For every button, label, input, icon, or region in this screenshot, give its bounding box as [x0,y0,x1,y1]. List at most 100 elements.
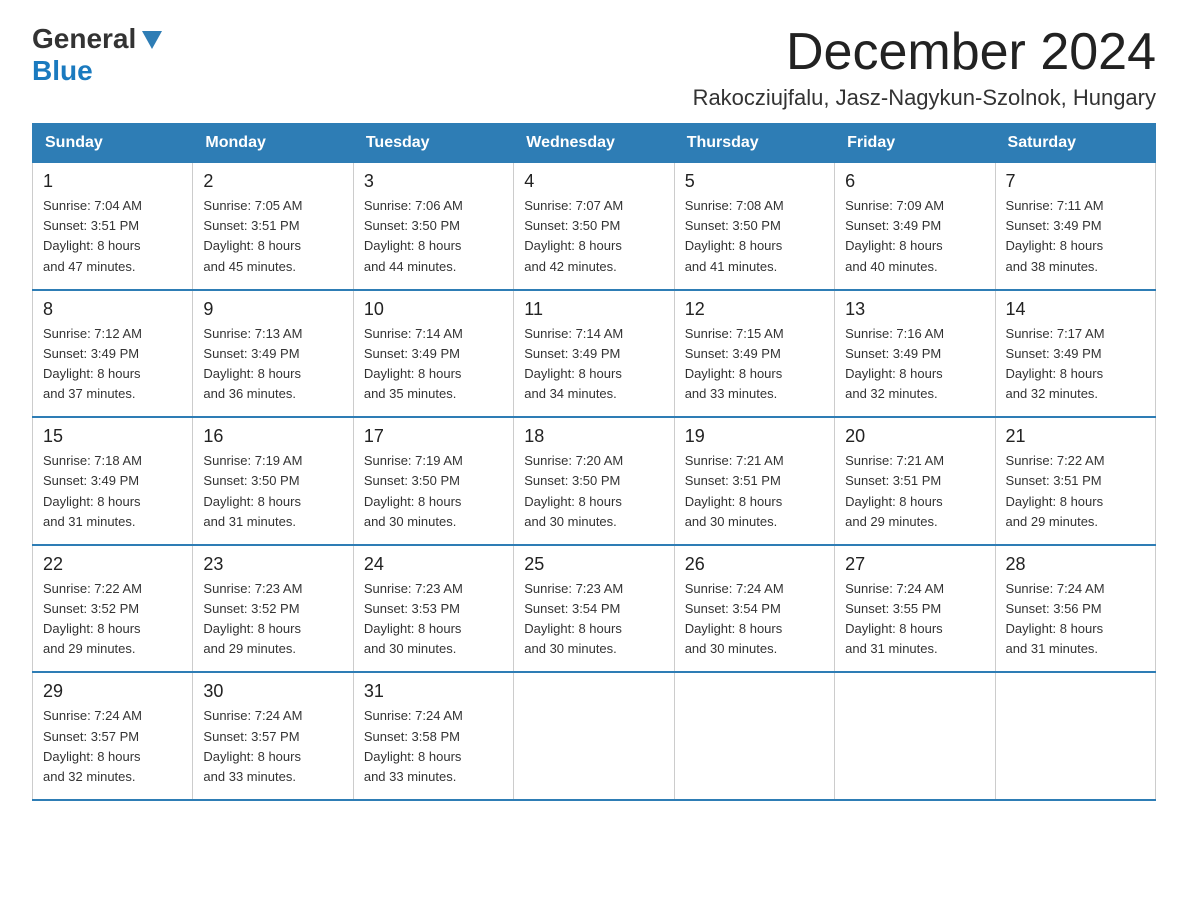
calendar-cell: 10 Sunrise: 7:14 AM Sunset: 3:49 PM Dayl… [353,290,513,418]
calendar-body: 1 Sunrise: 7:04 AM Sunset: 3:51 PM Dayli… [33,163,1156,800]
logo-general-text: General [32,24,136,55]
day-number: 6 [845,171,984,192]
day-detail: Sunrise: 7:05 AM Sunset: 3:51 PM Dayligh… [203,196,342,277]
day-detail: Sunrise: 7:18 AM Sunset: 3:49 PM Dayligh… [43,451,182,532]
calendar-header: SundayMondayTuesdayWednesdayThursdayFrid… [33,124,1156,163]
weekday-header-thursday: Thursday [674,124,834,163]
main-title: December 2024 [693,24,1156,81]
day-number: 22 [43,554,182,575]
calendar-cell: 3 Sunrise: 7:06 AM Sunset: 3:50 PM Dayli… [353,163,513,290]
day-number: 20 [845,426,984,447]
day-number: 2 [203,171,342,192]
calendar-cell [674,672,834,800]
calendar-cell: 21 Sunrise: 7:22 AM Sunset: 3:51 PM Dayl… [995,417,1155,545]
calendar-cell: 17 Sunrise: 7:19 AM Sunset: 3:50 PM Dayl… [353,417,513,545]
day-number: 9 [203,299,342,320]
calendar-cell: 22 Sunrise: 7:22 AM Sunset: 3:52 PM Dayl… [33,545,193,673]
day-number: 27 [845,554,984,575]
calendar-cell: 4 Sunrise: 7:07 AM Sunset: 3:50 PM Dayli… [514,163,674,290]
day-detail: Sunrise: 7:22 AM Sunset: 3:52 PM Dayligh… [43,579,182,660]
calendar-cell [514,672,674,800]
day-number: 14 [1006,299,1145,320]
calendar-cell: 1 Sunrise: 7:04 AM Sunset: 3:51 PM Dayli… [33,163,193,290]
day-number: 15 [43,426,182,447]
day-detail: Sunrise: 7:14 AM Sunset: 3:49 PM Dayligh… [364,324,503,405]
day-number: 28 [1006,554,1145,575]
day-number: 16 [203,426,342,447]
weekday-header-monday: Monday [193,124,353,163]
calendar-week-row: 15 Sunrise: 7:18 AM Sunset: 3:49 PM Dayl… [33,417,1156,545]
day-number: 26 [685,554,824,575]
calendar-cell: 5 Sunrise: 7:08 AM Sunset: 3:50 PM Dayli… [674,163,834,290]
day-detail: Sunrise: 7:12 AM Sunset: 3:49 PM Dayligh… [43,324,182,405]
calendar-cell [995,672,1155,800]
day-number: 29 [43,681,182,702]
day-detail: Sunrise: 7:24 AM Sunset: 3:57 PM Dayligh… [43,706,182,787]
day-number: 19 [685,426,824,447]
calendar-cell: 26 Sunrise: 7:24 AM Sunset: 3:54 PM Dayl… [674,545,834,673]
day-number: 11 [524,299,663,320]
day-number: 4 [524,171,663,192]
day-detail: Sunrise: 7:08 AM Sunset: 3:50 PM Dayligh… [685,196,824,277]
day-number: 23 [203,554,342,575]
day-detail: Sunrise: 7:13 AM Sunset: 3:49 PM Dayligh… [203,324,342,405]
weekday-header-friday: Friday [835,124,995,163]
day-number: 10 [364,299,503,320]
calendar-cell: 23 Sunrise: 7:23 AM Sunset: 3:52 PM Dayl… [193,545,353,673]
day-number: 24 [364,554,503,575]
title-area: December 2024 Rakocziujfalu, Jasz-Nagyku… [693,24,1156,111]
day-number: 31 [364,681,503,702]
calendar-cell: 15 Sunrise: 7:18 AM Sunset: 3:49 PM Dayl… [33,417,193,545]
logo-blue-text: Blue [32,55,93,87]
calendar-cell: 12 Sunrise: 7:15 AM Sunset: 3:49 PM Dayl… [674,290,834,418]
calendar-cell: 24 Sunrise: 7:23 AM Sunset: 3:53 PM Dayl… [353,545,513,673]
calendar-week-row: 29 Sunrise: 7:24 AM Sunset: 3:57 PM Dayl… [33,672,1156,800]
day-detail: Sunrise: 7:09 AM Sunset: 3:49 PM Dayligh… [845,196,984,277]
weekday-header-wednesday: Wednesday [514,124,674,163]
day-detail: Sunrise: 7:06 AM Sunset: 3:50 PM Dayligh… [364,196,503,277]
logo-triangle-icon [138,23,166,51]
weekday-header-sunday: Sunday [33,124,193,163]
day-detail: Sunrise: 7:07 AM Sunset: 3:50 PM Dayligh… [524,196,663,277]
calendar-cell: 8 Sunrise: 7:12 AM Sunset: 3:49 PM Dayli… [33,290,193,418]
calendar-cell: 18 Sunrise: 7:20 AM Sunset: 3:50 PM Dayl… [514,417,674,545]
day-number: 13 [845,299,984,320]
day-detail: Sunrise: 7:24 AM Sunset: 3:58 PM Dayligh… [364,706,503,787]
day-detail: Sunrise: 7:23 AM Sunset: 3:54 PM Dayligh… [524,579,663,660]
day-number: 12 [685,299,824,320]
day-number: 17 [364,426,503,447]
subtitle: Rakocziujfalu, Jasz-Nagykun-Szolnok, Hun… [693,85,1156,111]
calendar-cell: 9 Sunrise: 7:13 AM Sunset: 3:49 PM Dayli… [193,290,353,418]
page-header: General Blue December 2024 Rakocziujfalu… [32,24,1156,111]
day-detail: Sunrise: 7:15 AM Sunset: 3:49 PM Dayligh… [685,324,824,405]
day-number: 25 [524,554,663,575]
weekday-header-row: SundayMondayTuesdayWednesdayThursdayFrid… [33,124,1156,163]
calendar-cell: 19 Sunrise: 7:21 AM Sunset: 3:51 PM Dayl… [674,417,834,545]
weekday-header-tuesday: Tuesday [353,124,513,163]
calendar-cell: 13 Sunrise: 7:16 AM Sunset: 3:49 PM Dayl… [835,290,995,418]
day-number: 21 [1006,426,1145,447]
calendar-cell: 7 Sunrise: 7:11 AM Sunset: 3:49 PM Dayli… [995,163,1155,290]
day-detail: Sunrise: 7:17 AM Sunset: 3:49 PM Dayligh… [1006,324,1145,405]
day-detail: Sunrise: 7:11 AM Sunset: 3:49 PM Dayligh… [1006,196,1145,277]
calendar-cell: 25 Sunrise: 7:23 AM Sunset: 3:54 PM Dayl… [514,545,674,673]
calendar-cell: 16 Sunrise: 7:19 AM Sunset: 3:50 PM Dayl… [193,417,353,545]
day-detail: Sunrise: 7:24 AM Sunset: 3:56 PM Dayligh… [1006,579,1145,660]
calendar-week-row: 8 Sunrise: 7:12 AM Sunset: 3:49 PM Dayli… [33,290,1156,418]
calendar-cell: 11 Sunrise: 7:14 AM Sunset: 3:49 PM Dayl… [514,290,674,418]
day-number: 8 [43,299,182,320]
day-number: 5 [685,171,824,192]
day-detail: Sunrise: 7:16 AM Sunset: 3:49 PM Dayligh… [845,324,984,405]
day-number: 30 [203,681,342,702]
day-detail: Sunrise: 7:24 AM Sunset: 3:54 PM Dayligh… [685,579,824,660]
day-detail: Sunrise: 7:22 AM Sunset: 3:51 PM Dayligh… [1006,451,1145,532]
calendar-cell: 27 Sunrise: 7:24 AM Sunset: 3:55 PM Dayl… [835,545,995,673]
calendar-table: SundayMondayTuesdayWednesdayThursdayFrid… [32,123,1156,801]
calendar-cell: 30 Sunrise: 7:24 AM Sunset: 3:57 PM Dayl… [193,672,353,800]
calendar-cell: 2 Sunrise: 7:05 AM Sunset: 3:51 PM Dayli… [193,163,353,290]
calendar-week-row: 22 Sunrise: 7:22 AM Sunset: 3:52 PM Dayl… [33,545,1156,673]
day-number: 3 [364,171,503,192]
day-detail: Sunrise: 7:19 AM Sunset: 3:50 PM Dayligh… [364,451,503,532]
day-detail: Sunrise: 7:24 AM Sunset: 3:57 PM Dayligh… [203,706,342,787]
calendar-cell: 29 Sunrise: 7:24 AM Sunset: 3:57 PM Dayl… [33,672,193,800]
